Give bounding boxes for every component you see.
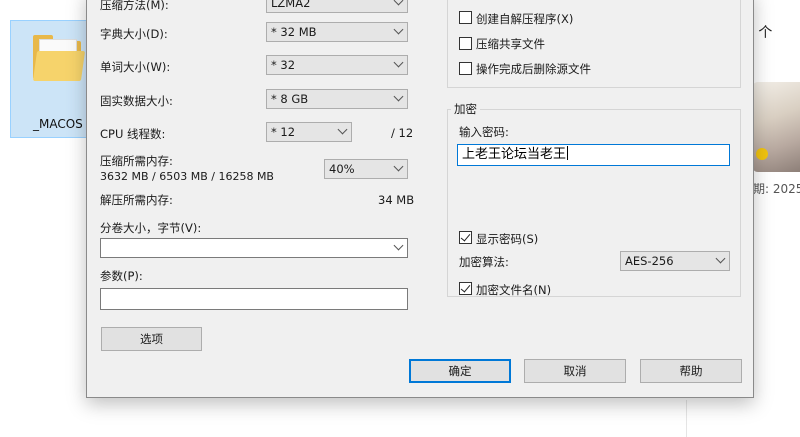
cpu-threads-max: / 12 (391, 126, 414, 140)
folder-icon (32, 35, 86, 81)
ok-button[interactable]: 确定 (409, 359, 511, 383)
parameters-label: 参数(P): (100, 269, 143, 283)
chevron-down-icon (393, 0, 404, 6)
split-volumes-input[interactable] (100, 238, 408, 258)
compress-method-select[interactable]: LZMA2 (266, 0, 408, 13)
split-volumes-label: 分卷大小，字节(V): (100, 221, 202, 235)
chevron-down-icon (393, 161, 404, 172)
encryption-method-label: 加密算法: (459, 255, 509, 269)
add-to-archive-dialog: 压缩方法(M): LZMA2 字典大小(D): * 32 MB 单词大小(W):… (86, 0, 754, 398)
create-sfx-label: 创建自解压程序(X) (476, 12, 574, 26)
image-thumbnail[interactable] (752, 82, 800, 172)
password-input[interactable]: 上老王论坛当老王 (457, 144, 730, 166)
encrypt-names-label: 加密文件名(N) (476, 283, 552, 297)
compress-shared-checkbox[interactable] (459, 37, 472, 50)
chevron-down-icon (393, 240, 404, 251)
delete-after-label: 操作完成后删除源文件 (476, 62, 591, 76)
chevron-down-icon (715, 253, 726, 264)
compress-method-label: 压缩方法(M): (100, 0, 169, 12)
cpu-threads-select[interactable]: * 12 (266, 122, 352, 142)
create-sfx-checkbox[interactable] (459, 11, 472, 24)
solid-block-select[interactable]: * 8 GB (266, 89, 408, 109)
compress-shared-label: 压缩共享文件 (476, 37, 545, 51)
memory-decompress-label: 解压所需内存: (100, 193, 173, 207)
word-size-select[interactable]: * 32 (266, 55, 408, 75)
cpu-threads-label: CPU 线程数: (100, 127, 166, 141)
dictionary-size-select[interactable]: * 32 MB (266, 22, 408, 42)
folder-item[interactable]: _MACOS (10, 20, 90, 138)
chevron-down-icon (393, 91, 404, 102)
chevron-down-icon (393, 57, 404, 68)
memory-compress-detail: 3632 MB / 6503 MB / 16258 MB (100, 170, 274, 183)
delete-after-checkbox[interactable] (459, 62, 472, 75)
encryption-group-title: 加密 (451, 101, 480, 117)
badge-icon (756, 148, 768, 160)
parameters-input[interactable] (100, 288, 408, 310)
options-button[interactable]: 选项 (101, 327, 202, 351)
text-caret (567, 146, 569, 160)
divider (686, 400, 687, 437)
date-text: 期: 2025 (753, 182, 800, 196)
encryption-method-select[interactable]: AES-256 (620, 251, 730, 271)
chevron-down-icon (337, 124, 348, 135)
show-password-label: 显示密码(S) (476, 232, 539, 246)
help-button[interactable]: 帮助 (640, 359, 742, 383)
memory-usage-select[interactable]: 40% (324, 159, 408, 179)
folder-name: _MACOS (33, 117, 83, 131)
memory-compress-label: 压缩所需内存: (100, 154, 173, 168)
dictionary-size-label: 字典大小(D): (100, 27, 168, 41)
show-password-checkbox[interactable] (459, 231, 472, 244)
encrypt-names-checkbox[interactable] (459, 282, 472, 295)
password-label: 输入密码: (459, 125, 509, 139)
chevron-down-icon (393, 24, 404, 35)
word-size-label: 单词大小(W): (100, 60, 171, 74)
cancel-button[interactable]: 取消 (524, 359, 626, 383)
memory-decompress-value: 34 MB (378, 193, 415, 207)
solid-block-label: 固实数据大小: (100, 94, 173, 108)
